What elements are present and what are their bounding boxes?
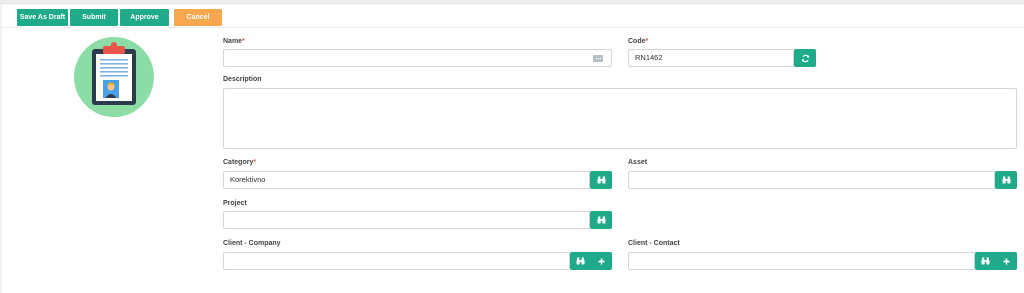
client-company-lookup-button[interactable]: [570, 252, 591, 270]
client-contact-lookup-button[interactable]: [975, 252, 996, 270]
project-lookup-button[interactable]: [590, 211, 612, 229]
client-company-field[interactable]: [223, 252, 570, 270]
category-label-text: Category: [223, 159, 254, 166]
top-strip: [0, 0, 1024, 4]
name-field[interactable]: [223, 49, 612, 67]
binoculars-icon: [981, 257, 990, 265]
left-edge: [0, 4, 2, 293]
code-field[interactable]: RN1462: [628, 49, 794, 67]
clipboard-worker-icon: [92, 42, 136, 105]
project-label: Project: [223, 200, 247, 207]
refresh-icon: [801, 54, 809, 62]
plus-icon: [598, 257, 605, 265]
work-order-avatar: [74, 37, 154, 117]
approve-button[interactable]: Approve: [120, 9, 169, 26]
category-label: Category*: [223, 159, 256, 166]
binoculars-icon: [576, 257, 585, 265]
code-label: Code*: [628, 38, 648, 45]
client-contact-add-button[interactable]: [996, 252, 1017, 270]
submit-button[interactable]: Submit: [70, 9, 118, 26]
client-company-add-button[interactable]: [591, 252, 612, 270]
asset-label: Asset: [628, 159, 648, 166]
required-mark: *: [242, 38, 245, 45]
name-label-text: Name: [223, 38, 243, 45]
required-mark: *: [645, 38, 649, 45]
binoculars-icon: [597, 216, 605, 224]
required-mark: *: [253, 159, 257, 166]
save-as-draft-button[interactable]: Save As Draft: [17, 9, 68, 26]
binoculars-icon: [597, 176, 605, 184]
plus-icon: [1003, 257, 1010, 265]
client-company-label: Client - Company: [223, 240, 281, 247]
name-label: Name*: [223, 38, 245, 45]
toolbar-divider: [0, 27, 1024, 28]
client-contact-label: Client - Contact: [628, 240, 680, 247]
keyboard-icon[interactable]: [593, 55, 603, 62]
description-textarea[interactable]: [223, 88, 1017, 149]
binoculars-icon: [1002, 176, 1010, 184]
refresh-code-button[interactable]: [794, 49, 816, 67]
asset-field[interactable]: [628, 171, 995, 189]
client-contact-field[interactable]: [628, 252, 975, 270]
category-lookup-button[interactable]: [590, 171, 612, 189]
toolbar: Save As Draft Submit Approve Cancel: [17, 9, 222, 26]
cancel-button[interactable]: Cancel: [174, 9, 222, 26]
code-label-text: Code: [628, 38, 646, 45]
category-field[interactable]: Korektivno: [223, 171, 590, 189]
project-field[interactable]: [223, 211, 590, 229]
asset-lookup-button[interactable]: [995, 171, 1017, 189]
description-label: Description: [223, 76, 262, 83]
